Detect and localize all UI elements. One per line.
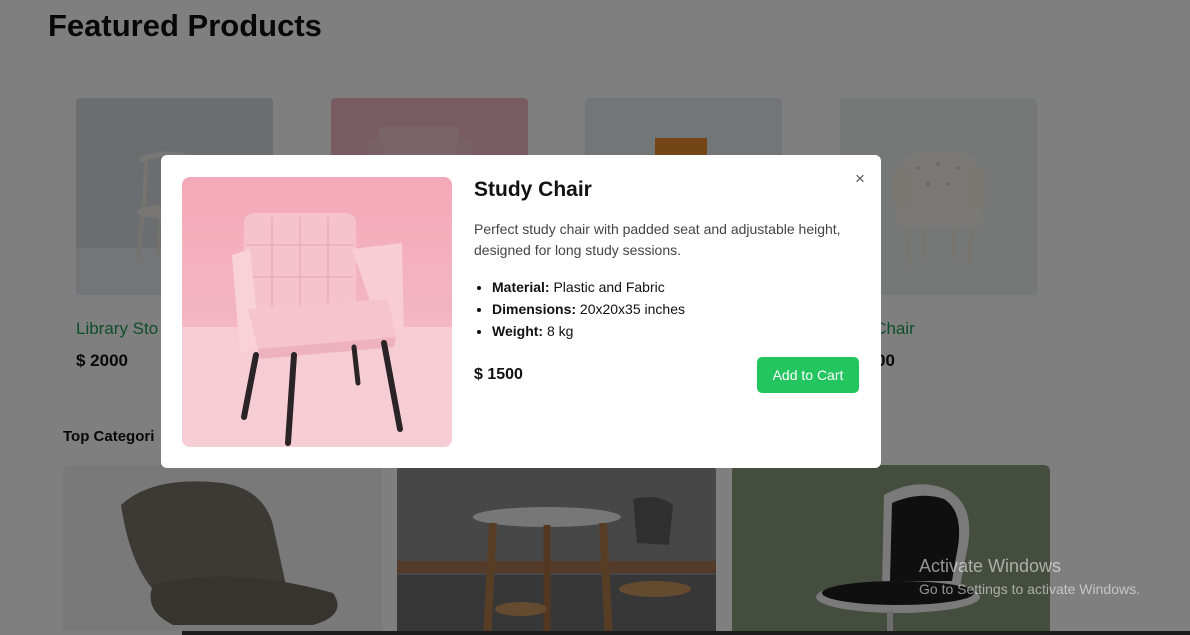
add-to-cart-button[interactable]: Add to Cart (757, 357, 859, 393)
watermark-subtitle: Go to Settings to activate Windows. (919, 581, 1140, 597)
spec-label: Material: (492, 279, 550, 295)
modal-product-title: Study Chair (474, 178, 592, 201)
modal-product-price: $ 1500 (474, 366, 523, 383)
spec-value: 20x20x35 inches (579, 301, 685, 317)
modal-spec-list: Material: Plastic and Fabric Dimensions:… (492, 276, 685, 342)
modal-product-description: Perfect study chair with padded seat and… (474, 221, 841, 258)
spec-value: 8 kg (546, 323, 574, 339)
product-quick-view-modal: × Study Chair Perfect study chair with p… (161, 155, 881, 468)
spec-label: Weight: (492, 323, 544, 339)
modal-product-image (182, 177, 452, 447)
spec-item-dimensions: Dimensions: 20x20x35 inches (492, 298, 685, 320)
watermark-title: Activate Windows (919, 556, 1062, 576)
spec-item-weight: Weight: 8 kg (492, 320, 685, 342)
spec-item-material: Material: Plastic and Fabric (492, 276, 685, 298)
spec-label: Dimensions: (492, 301, 577, 317)
windows-activation-watermark: Activate Windows Go to Settings to activ… (919, 556, 1140, 597)
close-icon[interactable]: × (855, 169, 865, 189)
spec-value: Plastic and Fabric (553, 279, 665, 295)
